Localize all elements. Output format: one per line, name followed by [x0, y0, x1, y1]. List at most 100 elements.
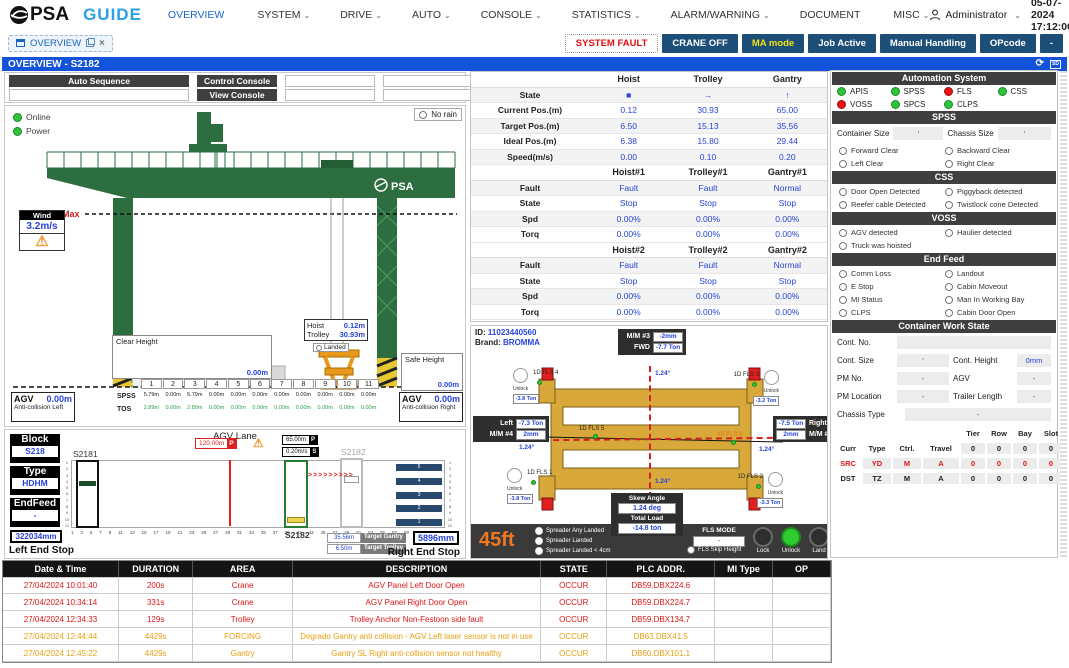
tos-height: 0.00m	[271, 405, 292, 411]
status-button[interactable]: OPcode	[980, 34, 1036, 53]
spss-height: 0.00m	[293, 392, 314, 398]
radio-item[interactable]: Left Clear	[839, 159, 943, 168]
spreader-id: ID: 11023440560	[475, 328, 536, 337]
cont-size-row: Cont. Size ' Cont. Height 0mm	[831, 351, 1057, 369]
landed-radio[interactable]	[316, 345, 322, 351]
slot-number: 3	[184, 379, 205, 389]
radio-item[interactable]: Truck was hoisted	[839, 241, 943, 250]
automation-system-header: Automation System	[832, 72, 1056, 85]
crane-s2181-label: S2181	[73, 449, 98, 459]
view-console-button[interactable]: View Console	[197, 89, 277, 101]
radio-item[interactable]: Right Clear	[945, 159, 1049, 168]
radio-item[interactable]: Cabin Door Open	[945, 308, 1049, 317]
radio-item[interactable]: Forward Clear	[839, 146, 943, 155]
spreader-radio[interactable]: Spreader Landed < 4cm	[535, 547, 611, 555]
motion-header: Hoist Trolley Gantry	[471, 72, 827, 88]
radio-item[interactable]: Landout	[945, 269, 1049, 278]
refresh-icon[interactable]: ⟳	[1036, 59, 1044, 69]
nav-item[interactable]: CONSOLE⌄	[481, 9, 542, 21]
alarm-row[interactable]: 27/04/2024 10:34:14 331s Crane AGV Panel…	[3, 594, 831, 611]
crane-view-panel: Online Power No rain PSA	[4, 105, 466, 427]
fls-ok-led	[531, 480, 536, 485]
land-button[interactable]	[809, 527, 828, 547]
nav-item[interactable]: MISC⌄	[893, 9, 929, 21]
location-curr-row: Curr Type Ctrl. Travel 0 0 0 0	[835, 442, 1053, 455]
crane-railing	[47, 152, 455, 168]
nav-item[interactable]: STATISTICS⌄	[572, 9, 641, 21]
alarm-row[interactable]: 27/04/2024 12:34:33 129s Trolley Trolley…	[3, 611, 831, 628]
alarm-row[interactable]: 27/04/2024 12:44:44 4429s FORCING Degrad…	[3, 628, 831, 645]
left-end-stop-label: Left End Stop	[9, 545, 74, 556]
chassis-size-value: '	[998, 127, 1051, 140]
radio-item[interactable]: Cabin Moveout	[945, 282, 1049, 291]
chevron-down-icon: ⌄	[923, 11, 930, 20]
pm-location-row: PM Location - Trailer Length -	[831, 387, 1057, 405]
radio-item[interactable]: Backward Clear	[945, 146, 1049, 155]
status-button[interactable]: Job Active	[808, 34, 876, 53]
console-field-1[interactable]	[285, 75, 375, 87]
popout-icon[interactable]	[86, 39, 94, 47]
lane-queue-bar: 3	[396, 492, 442, 499]
status-button[interactable]: -	[1040, 34, 1063, 53]
nav-item[interactable]: OVERVIEW	[168, 9, 227, 21]
radio-item[interactable]: AGV detected	[839, 228, 943, 237]
console-field-5[interactable]	[383, 89, 475, 101]
radio-item[interactable]: MI Status	[839, 295, 943, 304]
chevron-down-icon: ⌄	[535, 11, 542, 20]
tos-height: 2.89m	[141, 405, 162, 411]
fls-ok-led	[756, 484, 761, 489]
nav-item[interactable]: ALARM/WARNING⌄	[671, 9, 770, 21]
alarm-row[interactable]: 27/04/2024 10:01:40 200s Crane AGV Panel…	[3, 577, 831, 594]
console-field-2[interactable]	[383, 75, 475, 87]
status-button[interactable]: SYSTEM FAULT	[565, 34, 659, 53]
cont-no-value[interactable]	[897, 336, 1051, 349]
slot-number: 4	[206, 379, 227, 389]
tab-overview[interactable]: OVERVIEW ×	[8, 35, 113, 52]
radio-item[interactable]: Haulier detected	[945, 228, 1049, 237]
tos-heights: 2.89m0.00m2.89m0.00m0.00m0.00m0.00m0.00m…	[141, 405, 379, 411]
lock-button[interactable]	[753, 527, 773, 547]
radio-item[interactable]: Man In Working Bay	[945, 295, 1049, 304]
nav-item[interactable]: AUTO⌄	[412, 9, 451, 21]
nav-item[interactable]: DRIVE⌄	[340, 9, 382, 21]
auto-sequence-button[interactable]: Auto Sequence	[9, 75, 189, 87]
cont-height-value: 0mm	[1017, 354, 1051, 367]
console-field-4[interactable]	[285, 89, 375, 101]
nav-item[interactable]: SYSTEM⌄	[257, 9, 310, 21]
status-button[interactable]: Manual Handling	[880, 34, 976, 53]
unlock-button[interactable]	[781, 527, 801, 547]
radio-item[interactable]: CLPS	[839, 308, 943, 317]
radio-item[interactable]: Twistlock cone Detected	[945, 200, 1049, 209]
radio-item[interactable]: Comm Loss	[839, 269, 943, 278]
nav-item[interactable]: DOCUMENT	[800, 9, 864, 21]
automation-led-item: CSS	[998, 87, 1052, 96]
warning-icon: ⚠	[253, 435, 264, 451]
alarm-row[interactable]: 27/04/2024 12:45:22 4429s Gantry Gantry …	[3, 645, 831, 662]
skew-angle-marker: 1.24°	[655, 370, 670, 377]
control-console-button[interactable]: Control Console	[197, 75, 277, 87]
cont-no-row: Cont. No.	[831, 333, 1057, 351]
console-field-3[interactable]	[9, 89, 189, 101]
spreader-radio[interactable]: Spreader Landed	[535, 537, 611, 545]
scrollbar[interactable]	[1060, 71, 1067, 558]
radio-item[interactable]: E Stop	[839, 282, 943, 291]
fls-skip-height[interactable]: FLS Skip Height	[687, 546, 741, 554]
radio-item[interactable]: Piggyback detected	[945, 187, 1049, 196]
s2181-container-bar	[79, 481, 96, 486]
navbar: PSA GUIDE OVERVIEW SYSTEM⌄ DRIVE⌄ AUTO⌄ …	[0, 0, 1069, 30]
table-row: Torq 0.00% 0.00% 0.00%	[471, 305, 827, 321]
user-menu[interactable]: Administrator ⌄	[929, 9, 1021, 21]
gantry-speed-box: 0.20m/sS	[282, 447, 319, 457]
status-button[interactable]: CRANE OFF	[662, 34, 737, 53]
display-icon[interactable]: SD	[1050, 60, 1061, 69]
close-icon[interactable]: ×	[99, 38, 105, 49]
agv-value: -	[1017, 372, 1051, 385]
spreader-radio[interactable]: Spreader Any Landed	[535, 527, 611, 535]
status-button[interactable]: MA mode	[742, 34, 804, 53]
right-load: -7.5 Ton	[776, 419, 806, 429]
slot-number: 9	[315, 379, 336, 389]
user-icon	[929, 9, 941, 21]
css-radios: Door Open DetectedPiggyback detectedReef…	[831, 184, 1057, 212]
radio-item[interactable]: Reefer cable Detected	[839, 200, 943, 209]
radio-item[interactable]: Door Open Detected	[839, 187, 943, 196]
